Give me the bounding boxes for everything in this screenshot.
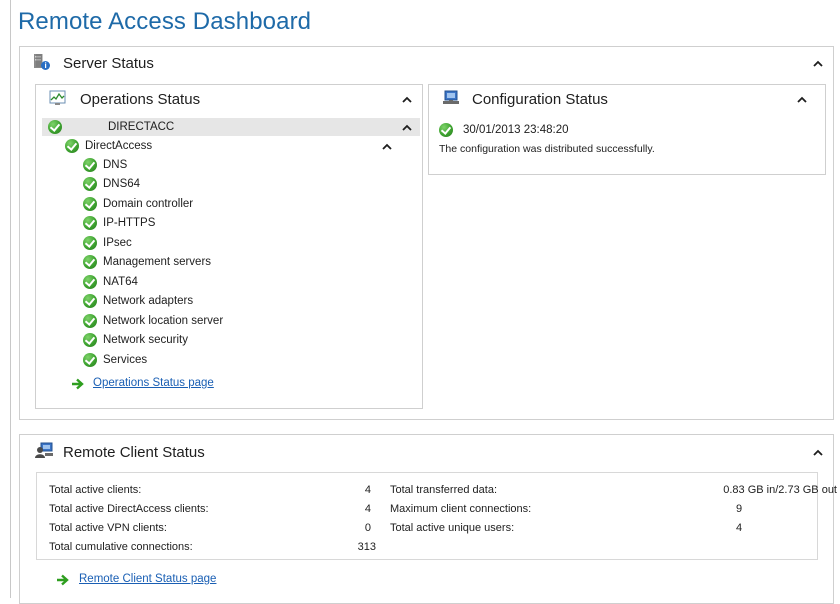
ok-status-icon (83, 294, 97, 308)
configuration-message: The configuration was distributed succes… (439, 142, 655, 155)
tree-item[interactable]: NAT64 (83, 272, 138, 291)
tree-item-label: Network security (103, 334, 188, 346)
ok-status-icon (83, 177, 97, 191)
server-status-title: Server Status (63, 55, 154, 72)
stat-label: Total active unique users: (390, 522, 515, 534)
tree-item[interactable]: Network adapters (83, 292, 193, 311)
monitor-graph-icon (49, 90, 66, 105)
tree-item-label: DNS (103, 158, 128, 171)
arrow-right-icon (72, 378, 84, 390)
tree-item-label: IPsec (103, 236, 132, 249)
stat-label: Total cumulative connections: (49, 541, 193, 553)
ok-status-icon (83, 352, 97, 367)
server-status-collapse-icon[interactable] (810, 55, 826, 71)
tree-item[interactable]: Domain controller (83, 194, 193, 213)
tree-item-label: Management servers (103, 256, 212, 268)
tree-item[interactable]: Network security (83, 331, 188, 350)
tree-item-label: Domain controller (103, 197, 194, 210)
ok-status-icon (83, 235, 97, 250)
tree-item[interactable]: IPsec (83, 233, 132, 252)
tree-item-label: NAT64 (103, 275, 138, 288)
tree-item[interactable]: Management servers (83, 253, 211, 272)
ok-status-icon (83, 313, 97, 328)
tree-item-label: Network location server (103, 314, 224, 327)
configuration-status-title: Configuration Status (472, 91, 608, 108)
tree-item[interactable]: IP-HTTPS (83, 214, 155, 233)
tree-item[interactable]: DNS (83, 155, 127, 174)
ok-status-icon (83, 333, 97, 347)
tree-item-label: IP-HTTPS (103, 217, 156, 229)
arrow-right-icon (57, 574, 69, 586)
stat-value: 0 (364, 522, 371, 534)
ok-status-icon (83, 255, 97, 269)
remote-client-status-collapse-icon[interactable] (810, 444, 826, 460)
stat-value: 4 (735, 522, 743, 534)
tree-node-label: DIRECTACC (108, 120, 175, 133)
operations-status-collapse-icon[interactable] (399, 91, 415, 107)
ok-status-icon (439, 122, 453, 137)
remote-client-stats-box: Total active clients: 4 Total active Dir… (36, 472, 837, 560)
configuration-timestamp-row: 30/01/2013 23:48:20 (439, 120, 569, 139)
window-edge (10, 0, 11, 598)
operations-status-panel: Operations Status DIRECTACC DirectAccess… (35, 84, 423, 409)
remote-client-status-title: Remote Client Status (63, 444, 205, 461)
tree-node-directaccess[interactable]: DirectAccess (65, 136, 152, 155)
tree-item[interactable]: Network location server (83, 311, 223, 330)
stat-value: 9 (735, 503, 743, 515)
stat-value: 0.83 GB in/2.73 GB out (723, 484, 837, 496)
tree-node-label: DirectAccess (85, 139, 153, 152)
stat-label: Total active VPN clients: (49, 522, 167, 534)
ok-status-icon (83, 196, 97, 211)
stat-label: Maximum client connections: (390, 503, 532, 515)
directaccess-collapse-icon[interactable] (379, 138, 395, 154)
page-title: Remote Access Dashboard (18, 8, 312, 35)
stat-label: Total active DirectAccess clients: (49, 503, 209, 515)
remote-client-status-page-link[interactable]: Remote Client Status page (79, 573, 216, 585)
operations-status-page-link[interactable]: Operations Status page (93, 377, 214, 389)
remote-client-status-section: Remote Client Status Total active client… (19, 434, 837, 604)
server-status-section: Server Status Operations Status DIRECTAC… (19, 46, 834, 420)
ok-status-icon (83, 216, 97, 230)
ok-status-icon (83, 274, 97, 289)
ok-status-icon (65, 138, 79, 153)
tree-item-label: Services (103, 353, 148, 366)
ok-status-icon (83, 157, 97, 172)
server-status-header[interactable]: Server Status (20, 47, 833, 77)
stat-value: 313 (357, 541, 376, 553)
remote-client-status-header[interactable]: Remote Client Status (20, 435, 833, 465)
tree-node-directacc[interactable]: DIRECTACC (48, 117, 174, 136)
directacc-collapse-icon[interactable] (399, 119, 415, 135)
stat-value: 4 (364, 484, 371, 496)
tree-item[interactable]: DNS64 (83, 175, 140, 194)
ok-status-icon (48, 119, 62, 134)
configuration-timestamp: 30/01/2013 23:48:20 (463, 123, 569, 136)
tree-item-label: DNS64 (103, 178, 141, 190)
computer-config-icon (443, 90, 459, 104)
stat-label: Total transferred data: (390, 484, 498, 496)
operations-status-title: Operations Status (80, 91, 201, 108)
stat-label: Total active clients: (49, 484, 142, 496)
clients-icon (35, 442, 53, 458)
configuration-status-collapse-icon[interactable] (794, 91, 810, 107)
stat-value: 4 (364, 503, 371, 515)
tree-item-label: Network adapters (103, 295, 194, 307)
server-icon (34, 54, 50, 70)
tree-item[interactable]: Services (83, 350, 147, 369)
configuration-status-panel: Configuration Status 30/01/2013 23:48:20… (428, 84, 826, 175)
